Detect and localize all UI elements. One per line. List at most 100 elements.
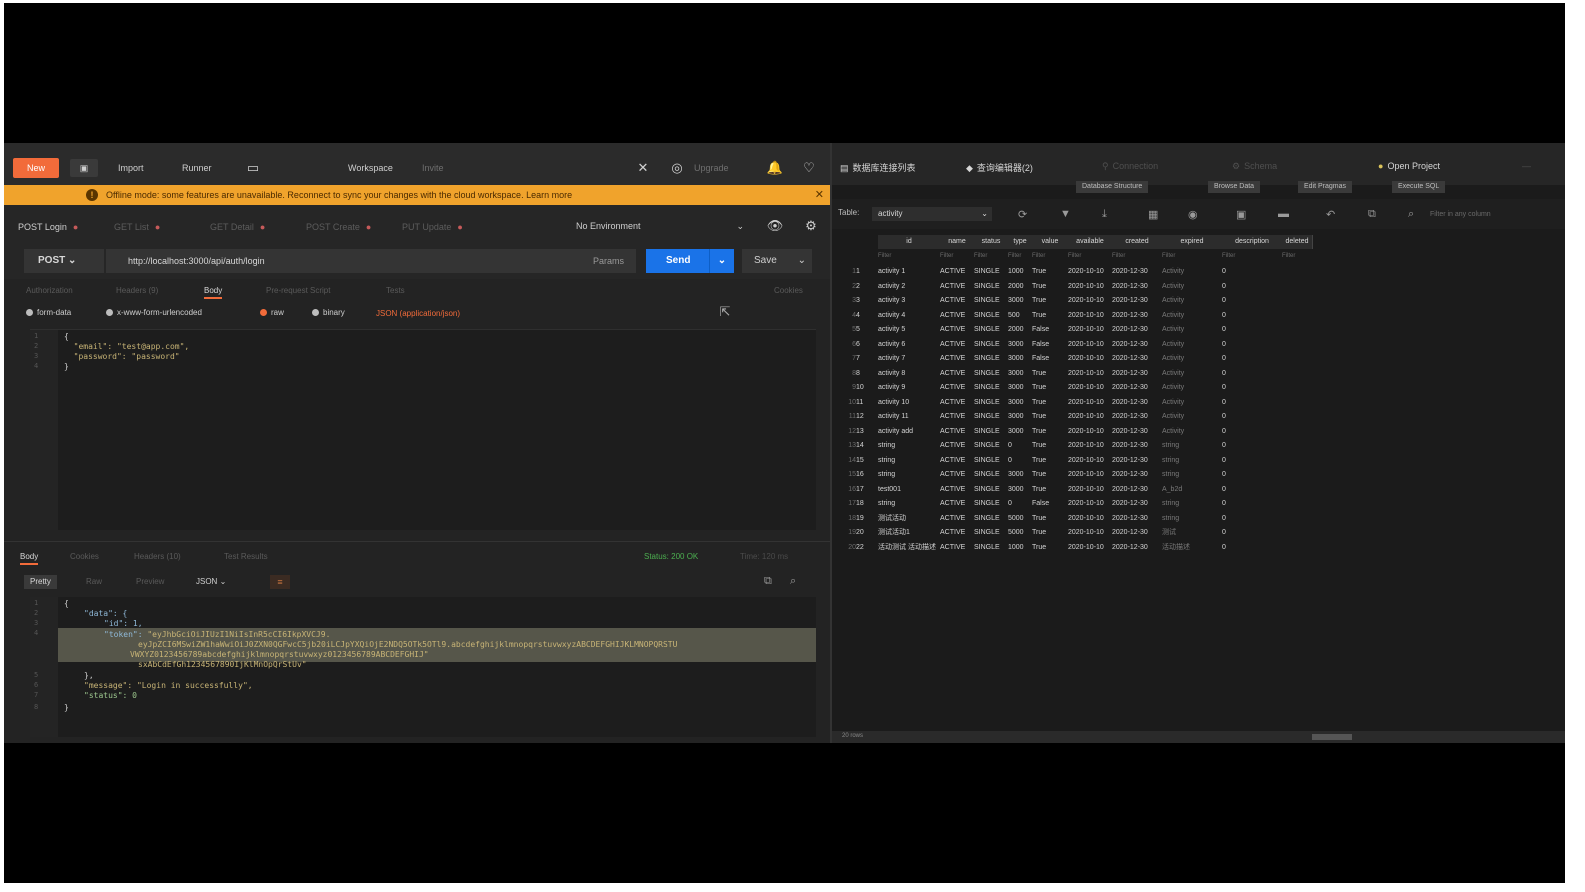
table-cell[interactable]: ACTIVE [940, 352, 974, 366]
table-cell[interactable]: Activity [1162, 294, 1222, 308]
table-row[interactable]: 1 1 activity 1 ACTIVE SINGLE 1000 True 2020-10-… [842, 265, 1312, 279]
table-cell[interactable]: 16 [856, 468, 878, 482]
table-cell[interactable]: activity 10 [878, 396, 940, 410]
search-icon[interactable]: ⌕ [1408, 208, 1414, 221]
column-filter[interactable]: Filter [974, 249, 1008, 263]
table-cell[interactable]: 12 [856, 410, 878, 424]
table-cell[interactable]: False [1032, 323, 1068, 337]
table-cell[interactable]: 20 [856, 526, 878, 540]
table-cell[interactable]: 2020-12-30 [1112, 454, 1162, 468]
tab-test-results[interactable]: Test Results [224, 552, 268, 561]
table-row[interactable]: 8 8 activity 8 ACTIVE SINGLE 3000 True 2020-10-… [842, 367, 1312, 381]
params-button[interactable]: Params [593, 249, 624, 273]
table-cell[interactable]: 2020-10-10 [1068, 367, 1112, 381]
table-cell[interactable]: activity 6 [878, 338, 940, 352]
table-cell[interactable]: True [1032, 439, 1068, 453]
table-cell[interactable]: True [1032, 265, 1068, 279]
table-cell[interactable]: 2020-10-10 [1068, 483, 1112, 497]
table-cell[interactable]: SINGLE [974, 381, 1008, 395]
table-cell[interactable]: activity 5 [878, 323, 940, 337]
table-cell[interactable]: 13 [856, 425, 878, 439]
table-cell[interactable]: 2020-10-10 [1068, 512, 1112, 526]
table-cell[interactable]: ACTIVE [940, 294, 974, 308]
table-cell[interactable]: 5000 [1008, 512, 1032, 526]
table-row[interactable]: 17 18 string ACTIVE SINGLE 0 False 2020-10-10 20… [842, 497, 1312, 511]
refresh-icon[interactable]: ⟳ [1018, 208, 1027, 221]
table-cell[interactable]: SINGLE [974, 323, 1008, 337]
table-cell[interactable]: True [1032, 294, 1068, 308]
table-cell[interactable]: string [1162, 468, 1222, 482]
table-cell[interactable]: True [1032, 309, 1068, 323]
table-row[interactable]: 15 16 string ACTIVE SINGLE 3000 True 2020-10-10… [842, 468, 1312, 482]
table-cell[interactable]: 3000 [1008, 352, 1032, 366]
table-cell[interactable]: string [1162, 439, 1222, 453]
table-cell[interactable]: ACTIVE [940, 425, 974, 439]
table-cell[interactable]: 2020-10-10 [1068, 396, 1112, 410]
column-filter[interactable]: Filter [1112, 249, 1162, 263]
table-cell[interactable]: False [1032, 338, 1068, 352]
table-cell[interactable]: 2020-12-30 [1112, 294, 1162, 308]
heart-icon[interactable]: ♡ [800, 159, 818, 177]
table-cell[interactable]: 22 [856, 541, 878, 555]
minimize-icon[interactable]: — [1522, 161, 1531, 171]
table-cell[interactable]: 0 [1008, 439, 1032, 453]
table-cell[interactable]: ACTIVE [940, 512, 974, 526]
table-row[interactable]: 5 5 activity 5 ACTIVE SINGLE 2000 False 2020-10… [842, 323, 1312, 337]
table-cell[interactable]: 2020-10-10 [1068, 497, 1112, 511]
copy-icon[interactable]: ⧉ [1368, 208, 1376, 221]
radio-binary[interactable]: binary [312, 308, 345, 317]
table-cell[interactable]: False [1032, 497, 1068, 511]
table-row[interactable]: 12 13 activity add ACTIVE SINGLE 3000 True 2020… [842, 425, 1312, 439]
table-row[interactable]: 4 4 activity 4 ACTIVE SINGLE 500 True 2020-10-1… [842, 309, 1312, 323]
table-cell[interactable]: 2020-10-10 [1068, 352, 1112, 366]
table-cell[interactable]: Activity [1162, 396, 1222, 410]
column-header[interactable]: type [1008, 235, 1033, 249]
format-pretty[interactable]: Pretty [24, 575, 57, 589]
table-cell[interactable]: activity 2 [878, 280, 940, 294]
table-cell[interactable]: Activity [1162, 309, 1222, 323]
table-cell[interactable]: 0 [1222, 338, 1282, 352]
table-cell[interactable]: 3000 [1008, 425, 1032, 439]
format-type-select[interactable]: JSON ⌄ [196, 575, 226, 589]
table-cell[interactable]: True [1032, 367, 1068, 381]
table-cell[interactable]: 3000 [1008, 483, 1032, 497]
column-filter[interactable]: Filter [1008, 249, 1032, 263]
tab-body[interactable]: Body [204, 286, 223, 299]
table-cell[interactable]: 2020-12-30 [1112, 541, 1162, 555]
table-cell[interactable]: SINGLE [974, 396, 1008, 410]
table-cell[interactable]: True [1032, 512, 1068, 526]
table-cell[interactable]: 2000 [1008, 323, 1032, 337]
table-cell[interactable]: 0 [1222, 425, 1282, 439]
table-cell[interactable]: ACTIVE [940, 483, 974, 497]
table-cell[interactable]: 2020-12-30 [1112, 280, 1162, 294]
table-cell[interactable]: 8 [856, 367, 878, 381]
search-icon[interactable]: ⌕ [790, 575, 796, 588]
table-cell[interactable]: 2020-12-30 [1112, 367, 1162, 381]
table-select[interactable]: activity ⌄ [872, 207, 992, 221]
table-cell[interactable]: 10 [856, 381, 878, 395]
table-cell[interactable]: 2020-12-30 [1112, 323, 1162, 337]
table-cell[interactable]: ACTIVE [940, 526, 974, 540]
tab-list[interactable]: GET List ● [114, 222, 160, 232]
table-cell[interactable]: 2020-12-30 [1112, 483, 1162, 497]
response-body-viewer[interactable]: 1 2 3 4 5 6 7 8 { "data": { "id": 1, "to… [30, 597, 816, 737]
table-cell[interactable]: True [1032, 381, 1068, 395]
table-cell[interactable]: 2020-10-10 [1068, 454, 1112, 468]
table-cell[interactable]: 0 [1222, 454, 1282, 468]
table-cell[interactable]: 3000 [1008, 338, 1032, 352]
table-cell[interactable]: 2020-10-10 [1068, 468, 1112, 482]
eye-icon[interactable]: 👁 [766, 217, 784, 235]
table-cell[interactable]: string [878, 439, 940, 453]
table-cell[interactable]: 500 [1008, 309, 1032, 323]
sync-icon[interactable]: ✕ [634, 159, 652, 177]
table-cell[interactable]: 2020-10-10 [1068, 381, 1112, 395]
table-cell[interactable]: 0 [1222, 468, 1282, 482]
tab-tests[interactable]: Tests [386, 286, 405, 295]
table-cell[interactable]: 3000 [1008, 468, 1032, 482]
filter-input[interactable]: Filter in any column [1430, 211, 1491, 218]
table-row[interactable]: 16 17 test001 ACTIVE SINGLE 3000 True 2020-10-1… [842, 483, 1312, 497]
tab-browse-data[interactable]: Browse Data [1208, 181, 1261, 193]
new-button[interactable]: New [13, 158, 59, 178]
table-cell[interactable]: ACTIVE [940, 338, 974, 352]
print-icon[interactable]: ▦ [1148, 208, 1158, 221]
